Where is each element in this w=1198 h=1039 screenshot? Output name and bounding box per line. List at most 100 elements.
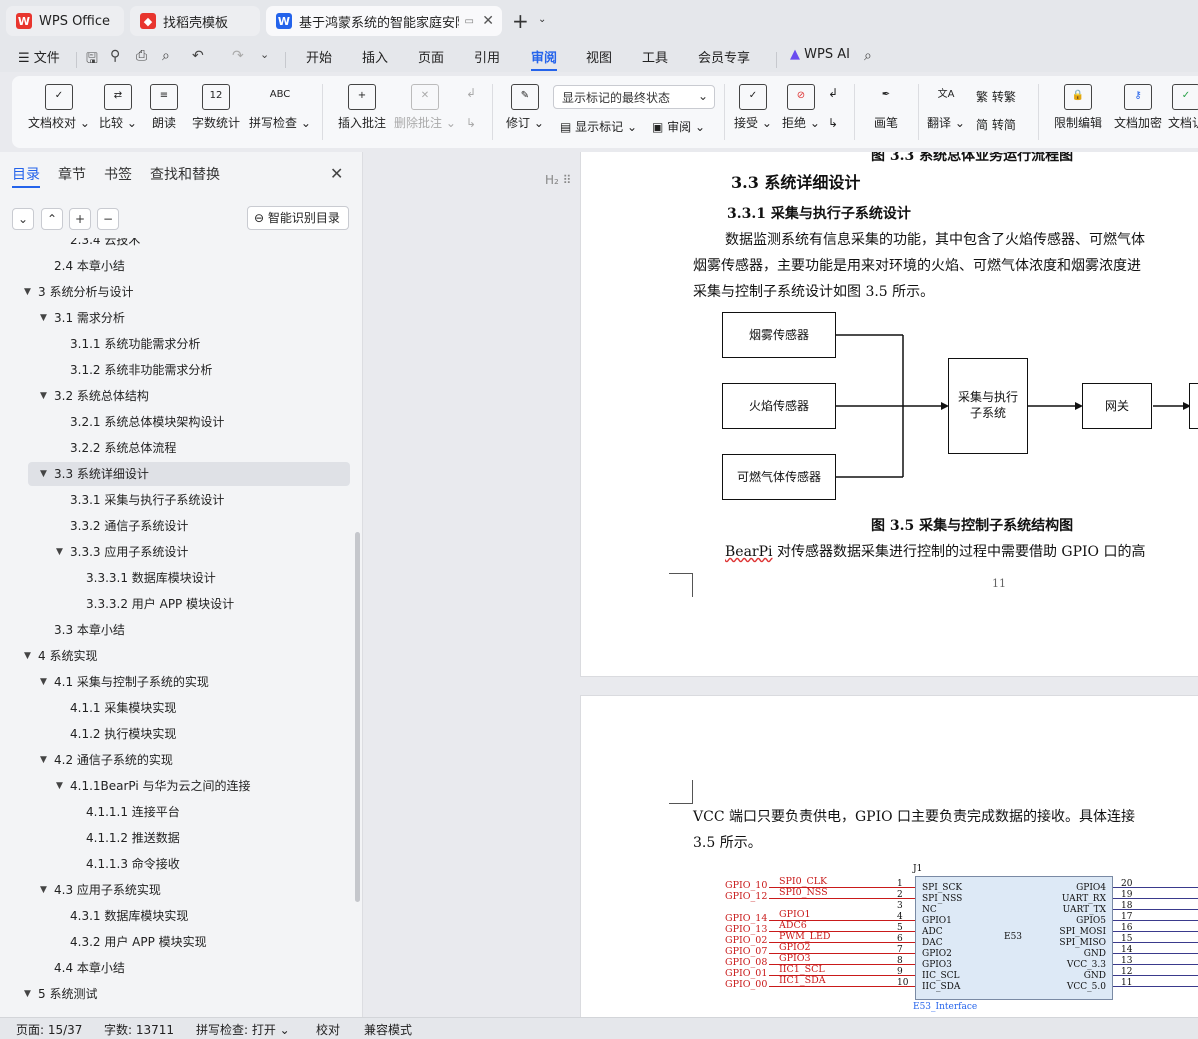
tab-toc[interactable]: 目录 (12, 164, 40, 184)
toc-item[interactable]: 4.1.1 采集模块实现 (28, 696, 350, 720)
page-indicator[interactable]: 页面: 15/37 (16, 1021, 82, 1038)
toc-item[interactable]: 2.4 本章小结 (28, 254, 350, 278)
add-heading-button[interactable]: + (69, 208, 91, 230)
menu-wps-ai[interactable]: ▲ WPS AI (790, 47, 850, 62)
prev-comment-icon[interactable]: ↲ (466, 86, 476, 100)
toc-item[interactable]: 3.3.1 采集与执行子系统设计 (28, 488, 350, 512)
toc-item[interactable]: ▼ 3 系统分析与设计 (24, 280, 350, 304)
tab-document[interactable]: W 基于鸿蒙系统的智能家庭安防 ▭ ✕ (266, 6, 502, 36)
read-aloud-button[interactable]: ≡ 朗读 (136, 84, 192, 131)
toc-item[interactable]: ▼ 3.3 系统详细设计 (28, 462, 350, 486)
toc-item[interactable]: 4.1.1.1 连接平台 (28, 800, 350, 824)
toc-item[interactable]: 3.3 本章小结 (28, 618, 350, 642)
expand-caret-icon[interactable]: ▼ (40, 878, 47, 902)
track-changes-button[interactable]: ✎ 修订 ⌄ (500, 84, 550, 131)
print-icon[interactable]: ⎙ (136, 48, 147, 64)
accept-button[interactable]: ✓ 接受 ⌄ (728, 84, 778, 131)
close-icon[interactable]: ✕ (330, 164, 343, 183)
toc-item[interactable]: ▼ 4 系统实现 (24, 644, 350, 668)
menu-references[interactable]: 引用 (474, 47, 500, 66)
menu-home[interactable]: 开始 (306, 47, 332, 66)
save-icon[interactable]: 🖫 (86, 48, 98, 72)
proof-indicator[interactable]: 校对 (316, 1021, 340, 1038)
toc-item[interactable]: ▼ 4.1.1BearPi 与华为云之间的连接 (28, 774, 350, 798)
menu-file[interactable]: ☰ 文件 (18, 47, 60, 66)
toc-item[interactable]: 3.2.2 系统总体流程 (28, 436, 350, 460)
redo-icon[interactable]: ↷ (232, 48, 244, 64)
encrypt-button[interactable]: ⚷ 文档加密 (1106, 84, 1170, 131)
spell-flagged-word[interactable]: BearPi (725, 544, 773, 560)
expand-caret-icon[interactable]: ▼ (40, 670, 47, 694)
to-simplified-button[interactable]: 简 转简 (976, 116, 1016, 133)
next-comment-icon[interactable]: ↳ (466, 116, 476, 130)
toc-item[interactable]: 3.3.3.1 数据库模块设计 (28, 566, 350, 590)
remove-heading-button[interactable]: − (97, 208, 119, 230)
share-icon[interactable]: ⚲ (110, 48, 120, 64)
chevron-down-icon[interactable]: ⌄ (538, 14, 546, 25)
expand-caret-icon[interactable]: ▼ (40, 748, 47, 772)
tab-find-replace[interactable]: 查找和替换 (150, 164, 220, 184)
tab-wps-office[interactable]: W WPS Office (6, 6, 124, 36)
toc-item[interactable]: ▼ 3.1 需求分析 (28, 306, 350, 330)
expand-caret-icon[interactable]: ▼ (24, 644, 31, 668)
reject-button[interactable]: ⊘ 拒绝 ⌄ (776, 84, 826, 131)
menu-insert[interactable]: 插入 (362, 47, 388, 66)
expand-caret-icon[interactable]: ▼ (40, 462, 47, 486)
delete-comment-button[interactable]: ✕ 删除批注 ⌄ (394, 84, 456, 131)
toc-item[interactable]: ▼ 3.3.3 应用子系统设计 (28, 540, 350, 564)
toc-item[interactable]: ▼ 4.2 通信子系统的实现 (28, 748, 350, 772)
restrict-edit-button[interactable]: 🔒 限制编辑 (1046, 84, 1110, 131)
toc-item[interactable]: 3.3.2 通信子系统设计 (28, 514, 350, 538)
toc-item[interactable]: 4.4 本章小结 (28, 956, 350, 980)
word-count-indicator[interactable]: 字数: 13711 (104, 1021, 174, 1038)
expand-caret-icon[interactable]: ▼ (40, 306, 47, 330)
new-tab-icon[interactable]: + (512, 9, 529, 33)
spell-check-indicator[interactable]: 拼写检查: 打开 ⌄ (196, 1021, 290, 1038)
expand-caret-icon[interactable]: ▼ (56, 540, 63, 564)
toc-item[interactable]: ▼ 4.1 采集与控制子系统的实现 (28, 670, 350, 694)
translate-button[interactable]: 文A 翻译 ⌄ (918, 84, 974, 131)
to-traditional-button[interactable]: 繁 转繁 (976, 88, 1016, 105)
expand-up-button[interactable]: ⌃ (41, 208, 63, 230)
toc-item[interactable]: ▼ 3.2 系统总体结构 (28, 384, 350, 408)
toc-item[interactable]: 4.1.2 执行模块实现 (28, 722, 350, 746)
undo-icon[interactable]: ↶ (192, 48, 204, 64)
toc-item[interactable]: 3.1.1 系统功能需求分析 (28, 332, 350, 356)
doc-auth-button[interactable]: ✓ 文档认 (1166, 84, 1198, 131)
monitor-icon[interactable]: ▭ (465, 16, 474, 27)
toc-item[interactable]: 4.1.1.2 推送数据 (28, 826, 350, 850)
toc-item[interactable]: ▼ 5 系统测试 (24, 982, 350, 1006)
toc-item[interactable]: 3.1.2 系统非功能需求分析 (28, 358, 350, 382)
prev-change-icon[interactable]: ↲ (828, 86, 838, 100)
expand-caret-icon[interactable]: ▼ (40, 384, 47, 408)
expand-caret-icon[interactable]: ▼ (24, 982, 31, 1006)
nav-scrollbar[interactable] (355, 532, 360, 902)
word-count-button[interactable]: 12 字数统计 (188, 84, 244, 131)
toc-item[interactable]: 2.3.4 云技术 (28, 238, 350, 252)
toc-item[interactable]: 4.3.1 数据库模块实现 (28, 904, 350, 928)
review-pane-button[interactable]: ▣ 审阅 ⌄ (652, 118, 705, 135)
markup-mode-select[interactable]: 显示标记的最终状态 ⌄ (553, 85, 715, 109)
smart-toc-button[interactable]: ⊖ 智能识别目录 (247, 206, 349, 230)
next-change-icon[interactable]: ↳ (828, 116, 838, 130)
menu-tools[interactable]: 工具 (642, 47, 668, 66)
menu-review[interactable]: 审阅 (531, 47, 557, 66)
toc-item[interactable]: 4.3.2 用户 APP 模块实现 (28, 930, 350, 954)
collapse-all-button[interactable]: ⌄ (12, 208, 34, 230)
toc-item[interactable]: 4.1.1.3 命令接收 (28, 852, 350, 876)
heading-level-marker[interactable]: H₂ ⠿ (545, 173, 571, 187)
expand-caret-icon[interactable]: ▼ (24, 280, 31, 304)
toc-item[interactable]: 3.2.1 系统总体模块架构设计 (28, 410, 350, 434)
chevron-down-icon[interactable]: ⌄ (260, 48, 269, 61)
toc-item[interactable]: ▼ 4.3 应用子系统实现 (28, 878, 350, 902)
show-markup-button[interactable]: ▤ 显示标记 ⌄ (560, 118, 637, 135)
pen-button[interactable]: ✒ 画笔 (858, 84, 914, 131)
tab-bookmarks[interactable]: 书签 (104, 164, 132, 184)
spell-check-button[interactable]: ABC 拼写检查 ⌄ (248, 84, 312, 131)
close-tab-icon[interactable]: ✕ (482, 13, 494, 29)
tab-chapters[interactable]: 章节 (58, 164, 86, 184)
menu-view[interactable]: 视图 (586, 47, 612, 66)
tab-templates[interactable]: ◆ 找稻壳模板 (130, 6, 260, 36)
menu-member[interactable]: 会员专享 (698, 47, 750, 66)
doc-proof-button[interactable]: ✓ 文档校对 ⌄ (24, 84, 94, 131)
